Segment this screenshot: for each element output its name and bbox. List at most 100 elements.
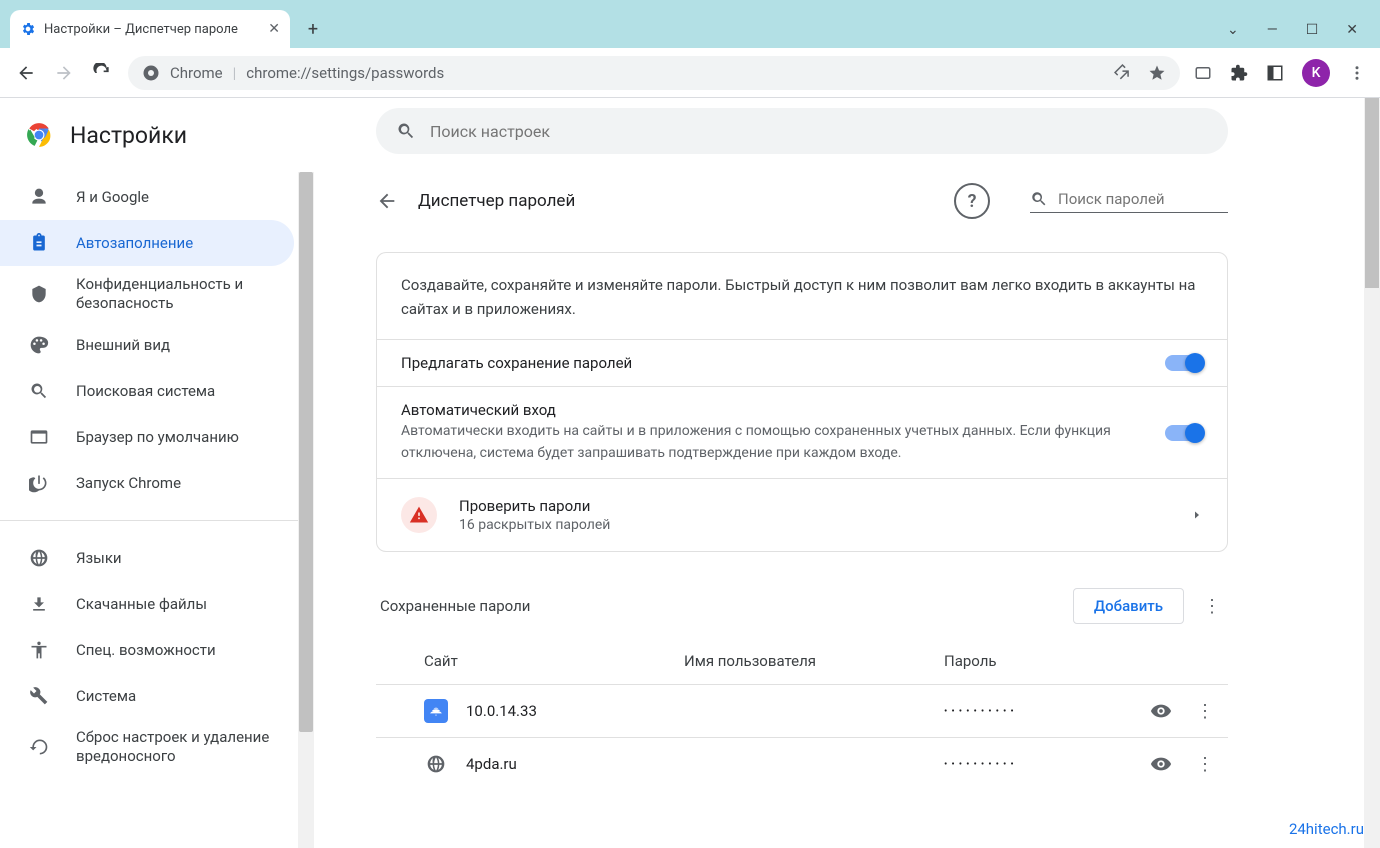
- browser-icon: [28, 426, 50, 448]
- window-close-icon[interactable]: ✕: [1346, 22, 1358, 38]
- sidebar-item-privacy[interactable]: Конфиденциальность и безопасность: [0, 266, 294, 322]
- globe-icon: [28, 547, 50, 569]
- password-table: Сайт Имя пользователя Пароль 10.0.14.33 …: [376, 638, 1228, 790]
- tab-close-icon[interactable]: ✕: [268, 21, 280, 37]
- extensions-icon[interactable]: [1230, 64, 1248, 82]
- search-icon: [28, 380, 50, 402]
- address-bar[interactable]: Chrome | chrome://settings/passwords: [128, 56, 1180, 90]
- window-titlebar: Настройки – Диспетчер пароле ✕ + ⌄ — ☐ ✕: [0, 0, 1380, 48]
- sidebar-item-reset[interactable]: Сброс настроек и удаление вредоносного: [0, 719, 294, 775]
- settings-search-input[interactable]: [430, 122, 1208, 141]
- accessibility-icon: [28, 639, 50, 661]
- chrome-logo-icon: [26, 122, 52, 148]
- shield-icon: [28, 283, 50, 305]
- forward-button[interactable]: [52, 61, 76, 85]
- settings-search[interactable]: [376, 108, 1228, 154]
- panel-icon[interactable]: [1194, 64, 1212, 82]
- chevron-right-icon: [1191, 509, 1203, 521]
- site-favicon: [424, 752, 448, 776]
- window-controls: ⌄ — ☐ ✕: [1227, 22, 1380, 48]
- sidebar-item-label: Запуск Chrome: [76, 474, 181, 492]
- column-password: Пароль: [944, 652, 1228, 670]
- sidebar-item-label: Система: [76, 687, 136, 705]
- password-row[interactable]: 10.0.14.33 •••••••••• ⋮: [376, 684, 1228, 737]
- setting-subtitle: Автоматически входить на сайты и в прило…: [401, 421, 1149, 464]
- section-more-icon[interactable]: ⋮: [1200, 596, 1224, 617]
- sidebar-item-label: Языки: [76, 549, 122, 567]
- sidebar-item-startup[interactable]: Запуск Chrome: [0, 460, 294, 506]
- sidebar-item-label: Скачанные файлы: [76, 595, 207, 613]
- person-icon: [28, 186, 50, 208]
- check-passwords-row[interactable]: Проверить пароли 16 раскрытых паролей: [377, 478, 1227, 551]
- help-button[interactable]: ?: [954, 183, 990, 219]
- column-site: Сайт: [424, 652, 684, 670]
- password-search-input[interactable]: [1058, 190, 1228, 208]
- row-password: ••••••••••: [944, 706, 1150, 717]
- sidebar-item-appearance[interactable]: Внешний вид: [0, 322, 294, 368]
- setting-title: Предлагать сохранение паролей: [401, 354, 1149, 372]
- add-password-button[interactable]: Добавить: [1073, 588, 1184, 624]
- sidebar-scrollbar[interactable]: [298, 172, 314, 848]
- sidebar-item-languages[interactable]: Языки: [0, 535, 294, 581]
- settings-card: Создавайте, сохраняйте и изменяйте парол…: [376, 252, 1228, 552]
- browser-tab[interactable]: Настройки – Диспетчер пароле ✕: [10, 10, 290, 48]
- menu-icon[interactable]: [1348, 64, 1366, 82]
- sidebar-item-label: Конфиденциальность и безопасность: [76, 275, 294, 314]
- setting-auto-login: Автоматический вход Автоматически входит…: [377, 386, 1227, 478]
- window-dropdown-icon[interactable]: ⌄: [1227, 22, 1239, 38]
- sidebar-item-search-engine[interactable]: Поисковая система: [0, 368, 294, 414]
- sidebar-item-label: Браузер по умолчанию: [76, 428, 239, 446]
- sidebar-item-downloads[interactable]: Скачанные файлы: [0, 581, 294, 627]
- omnibox-source: Chrome: [170, 64, 223, 82]
- password-row[interactable]: 4pda.ru •••••••••• ⋮: [376, 737, 1228, 790]
- password-search[interactable]: [1030, 190, 1228, 213]
- row-more-icon[interactable]: ⋮: [1196, 701, 1214, 722]
- window-maximize-icon[interactable]: ☐: [1306, 22, 1319, 38]
- restore-icon: [28, 736, 50, 758]
- share-icon[interactable]: [1114, 64, 1132, 82]
- panel-title: Диспетчер паролей: [418, 191, 934, 211]
- download-icon: [28, 593, 50, 615]
- reading-list-icon[interactable]: [1266, 64, 1284, 82]
- chrome-icon: [142, 64, 160, 82]
- sidebar-item-accessibility[interactable]: Спец. возможности: [0, 627, 294, 673]
- toggle-offer-save[interactable]: [1165, 355, 1203, 371]
- show-password-icon[interactable]: [1150, 753, 1172, 775]
- sidebar-item-label: Сброс настроек и удаление вредоносного: [76, 728, 294, 767]
- sidebar-item-you-and-google[interactable]: Я и Google: [0, 174, 294, 220]
- back-arrow-icon[interactable]: [376, 190, 398, 212]
- wrench-icon: [28, 685, 50, 707]
- main-scrollbar[interactable]: [1364, 98, 1380, 848]
- sidebar-item-label: Спец. возможности: [76, 641, 216, 659]
- bookmark-icon[interactable]: [1148, 64, 1166, 82]
- reload-button[interactable]: [90, 61, 114, 85]
- sidebar-item-label: Внешний вид: [76, 336, 170, 354]
- omnibox-sep: |: [233, 64, 237, 82]
- show-password-icon[interactable]: [1150, 700, 1172, 722]
- profile-avatar[interactable]: K: [1302, 59, 1330, 87]
- check-subtitle: 16 раскрытых паролей: [459, 517, 1169, 533]
- sidebar-item-system[interactable]: Система: [0, 673, 294, 719]
- watermark: 24hitech.ru: [1289, 820, 1364, 838]
- column-user: Имя пользователя: [684, 652, 944, 670]
- settings-header: Настройки: [0, 98, 314, 172]
- toggle-auto-login[interactable]: [1165, 425, 1203, 441]
- gear-icon: [20, 21, 36, 37]
- row-site: 4pda.ru: [466, 755, 684, 773]
- check-title: Проверить пароли: [459, 497, 1169, 515]
- window-minimize-icon[interactable]: —: [1267, 22, 1278, 38]
- app-title: Настройки: [70, 122, 187, 149]
- search-icon: [1030, 190, 1048, 208]
- sidebar-divider: [0, 520, 314, 521]
- setting-offer-save: Предлагать сохранение паролей: [377, 339, 1227, 386]
- back-button[interactable]: [14, 61, 38, 85]
- power-icon: [28, 472, 50, 494]
- sidebar-item-default-browser[interactable]: Браузер по умолчанию: [0, 414, 294, 460]
- tab-title: Настройки – Диспетчер пароле: [44, 22, 260, 37]
- row-more-icon[interactable]: ⋮: [1196, 754, 1214, 775]
- clipboard-icon: [28, 232, 50, 254]
- new-tab-button[interactable]: +: [298, 14, 328, 44]
- sidebar-item-label: Я и Google: [76, 188, 149, 206]
- search-icon: [396, 121, 416, 141]
- sidebar-item-autofill[interactable]: Автозаполнение: [0, 220, 294, 266]
